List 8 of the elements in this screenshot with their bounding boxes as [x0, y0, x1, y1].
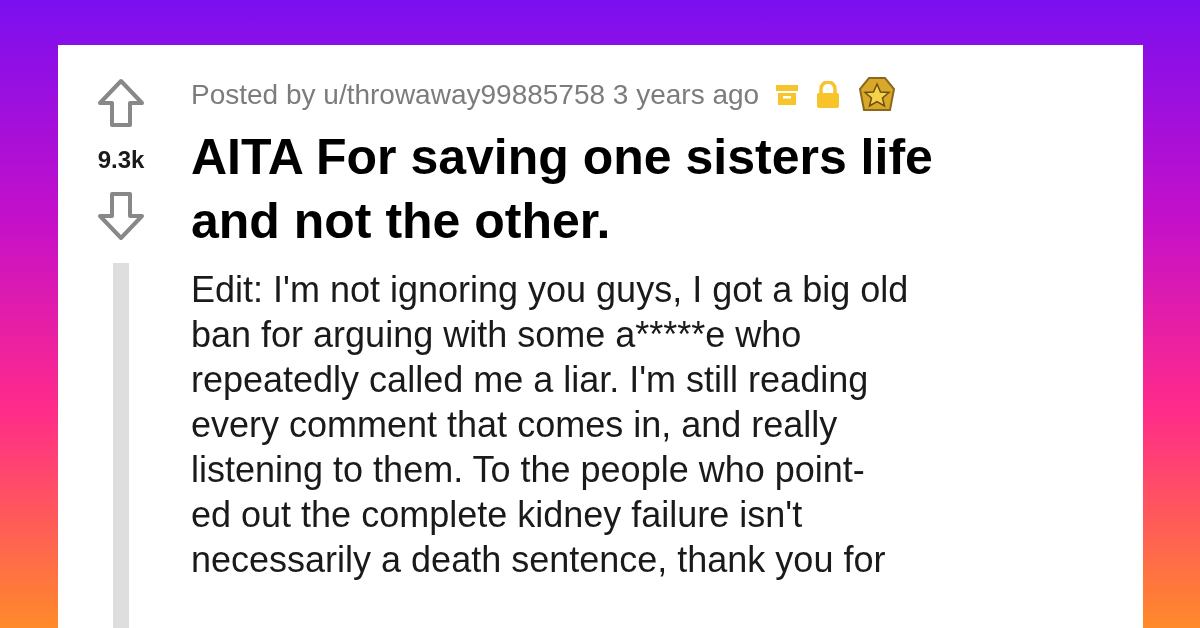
post-meta: Posted by u/throwaway99885758 3 years ago [191, 79, 760, 111]
post-body: Edit: I'm not ignoring you guys, I got a big old ban for arguing with some a*****e who repeatedly called me a liar. I'm still reading every comment that comes in, and really listening to them. To the people who point- ed out the complete kidney failure isn't necessarily a death sentence, thank you for [191, 268, 910, 582]
downvote-icon[interactable] [97, 191, 145, 241]
lock-icon [815, 81, 842, 109]
post-title[interactable]: AITA For saving one sisters life and not the other. [191, 125, 1031, 253]
upvote-icon[interactable] [97, 78, 145, 128]
vote-count: 9.3k [97, 146, 145, 174]
archive-icon [775, 83, 800, 107]
